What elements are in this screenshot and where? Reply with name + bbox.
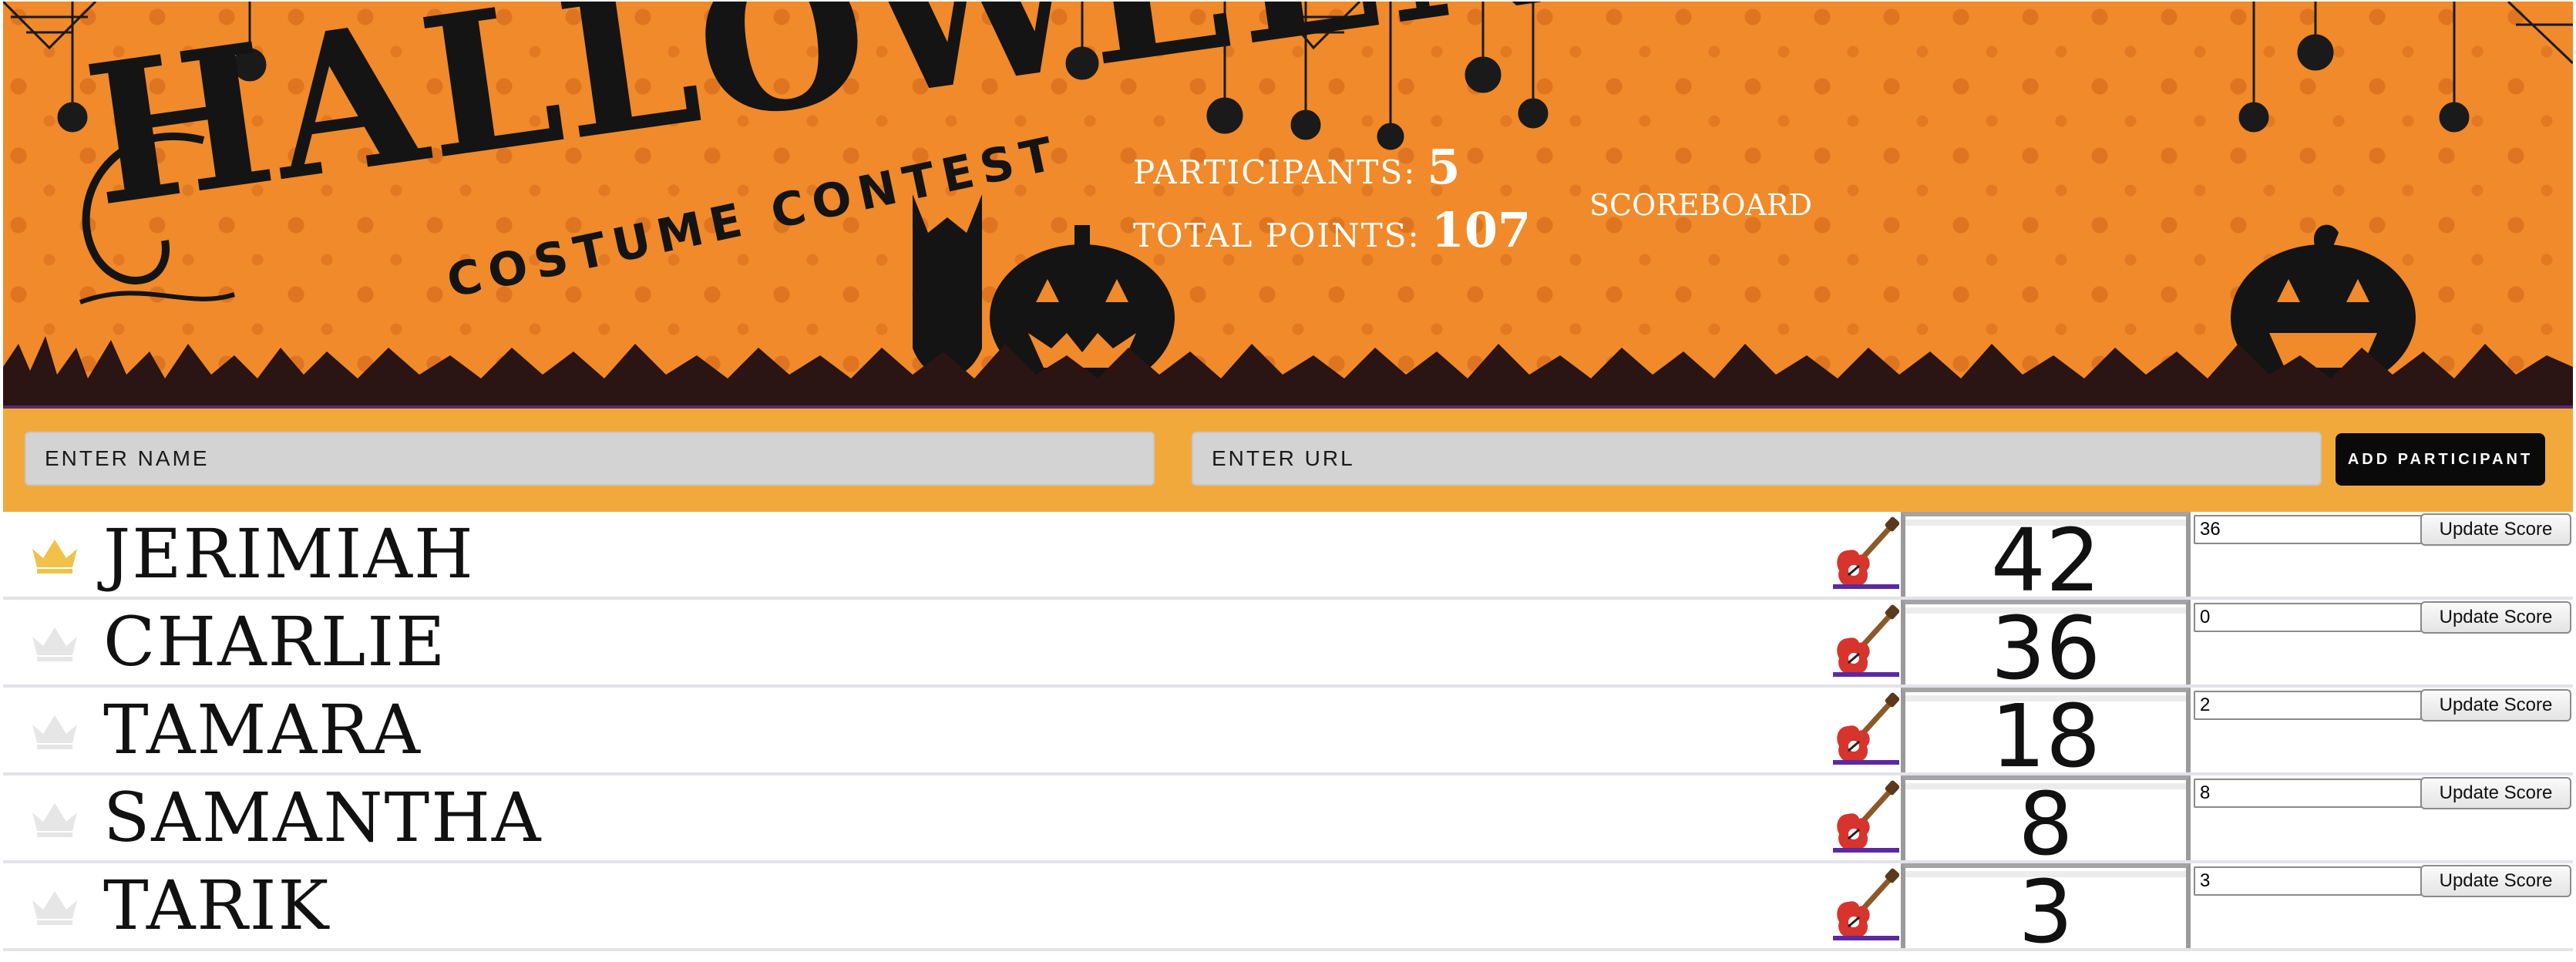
- add-participant-form: ADD PARTICIPANT: [3, 409, 2573, 512]
- score-input[interactable]: [2194, 603, 2422, 632]
- guitar-underline: [1833, 936, 1899, 940]
- participant-name: TAMARA: [103, 690, 422, 769]
- crown-icon: [32, 540, 77, 574]
- participant-row: TARIK 3 Update Score: [3, 863, 2573, 951]
- grass-silhouette: [3, 336, 2573, 405]
- update-score-button[interactable]: Update Score: [2420, 689, 2571, 722]
- total-points-stat: TOTAL POINTS: 107: [1133, 202, 1531, 265]
- guitar-underline: [1833, 848, 1899, 853]
- score-box: 8: [1901, 775, 2191, 860]
- participant-score: 42: [1990, 512, 2101, 597]
- guitar-icon[interactable]: [1833, 780, 1899, 854]
- guitar-underline: [1833, 672, 1899, 677]
- participant-name: TARIK: [103, 866, 331, 945]
- score-input[interactable]: [2194, 866, 2422, 896]
- guitar-icon[interactable]: [1833, 692, 1899, 766]
- update-score-button[interactable]: Update Score: [2420, 865, 2571, 897]
- score-box: 36: [1901, 600, 2191, 684]
- stats-panel: PARTICIPANTS: 5 TOTAL POINTS: 107: [1133, 139, 1531, 265]
- participant-row: SAMANTHA 8 Update Score: [3, 775, 2573, 863]
- guitar-icon[interactable]: [1833, 604, 1899, 678]
- participant-name: JERIMIAH: [103, 514, 475, 594]
- url-input[interactable]: [1192, 432, 2322, 486]
- participant-score: 36: [1990, 600, 2101, 684]
- crown-icon: [32, 891, 77, 925]
- score-input[interactable]: [2194, 515, 2422, 544]
- participant-row: TAMARA 18 Update Score: [3, 688, 2573, 775]
- name-input[interactable]: [25, 432, 1155, 486]
- score-box: 18: [1901, 688, 2191, 772]
- participant-score: 8: [2018, 775, 2073, 860]
- participant-row: CHARLIE 36 Update Score: [3, 600, 2573, 688]
- crown-icon: [32, 627, 77, 661]
- participant-score: 3: [2018, 863, 2073, 948]
- participant-name: CHARLIE: [103, 602, 447, 681]
- total-points-count: 107: [1431, 202, 1532, 258]
- score-box: 42: [1901, 512, 2191, 597]
- guitar-underline: [1833, 760, 1899, 765]
- scoreboard-link[interactable]: SCOREBOARD: [1589, 188, 1812, 222]
- score-input[interactable]: [2194, 691, 2422, 720]
- participants-label: PARTICIPANTS:: [1133, 153, 1417, 191]
- update-score-button[interactable]: Update Score: [2420, 777, 2571, 809]
- crown-icon: [32, 715, 77, 749]
- total-points-label: TOTAL POINTS:: [1133, 217, 1421, 254]
- participants-count: 5: [1427, 139, 1461, 195]
- participant-score: 18: [1990, 688, 2101, 772]
- crown-icon: [32, 803, 77, 837]
- update-score-button[interactable]: Update Score: [2420, 601, 2571, 634]
- guitar-icon[interactable]: [1833, 868, 1899, 942]
- participant-name: SAMANTHA: [103, 778, 543, 857]
- score-input[interactable]: [2194, 779, 2422, 808]
- participant-row: JERIMIAH 42 Update Score: [3, 512, 2573, 600]
- add-participant-button[interactable]: ADD PARTICIPANT: [2336, 433, 2545, 486]
- score-box: 3: [1901, 863, 2191, 948]
- update-score-button[interactable]: Update Score: [2420, 513, 2571, 546]
- guitar-underline: [1833, 584, 1899, 589]
- header-banner: HALLOWEEN COSTUME CONTEST PARTICIPANTS: …: [3, 2, 2573, 409]
- guitar-icon[interactable]: [1833, 516, 1899, 590]
- participants-stat: PARTICIPANTS: 5: [1133, 139, 1531, 202]
- participant-list: JERIMIAH 42 Update Score CHARLIE: [3, 512, 2573, 951]
